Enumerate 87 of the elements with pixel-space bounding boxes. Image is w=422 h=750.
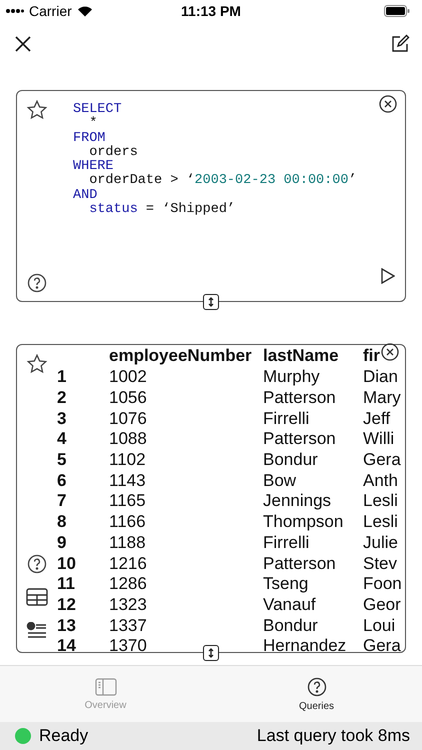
help-icon[interactable] xyxy=(306,676,326,696)
table-cell: 1002 xyxy=(109,367,147,386)
sidebar-icon xyxy=(94,678,116,696)
table-cell: 1216 xyxy=(109,554,147,573)
close-button[interactable] xyxy=(14,35,32,53)
row-number: 9 xyxy=(57,532,66,552)
row-number: 11 xyxy=(57,574,75,594)
row-number: 7 xyxy=(57,491,66,510)
resize-icon xyxy=(206,297,216,307)
help-icon[interactable] xyxy=(27,273,47,293)
column-header: fir xyxy=(363,346,380,365)
table-cell: Vanauf xyxy=(263,594,316,614)
row-number: 13 xyxy=(57,616,76,635)
star-icon[interactable] xyxy=(26,353,48,375)
table-cell: Loui xyxy=(363,616,396,635)
table-cell: Hernandez xyxy=(263,636,346,656)
table-cell: Bow xyxy=(263,470,296,490)
table-icon[interactable] xyxy=(26,588,48,606)
row-number: 8 xyxy=(57,512,66,532)
star-icon[interactable] xyxy=(26,99,48,121)
sql-editor[interactable]: SELECT * FROM orders WHERE orderDate > ‘2003-02-23 00:00:00’ AND status = ‘Shipped’ xyxy=(73,103,357,301)
row-number: 1 xyxy=(57,367,66,386)
table-cell: 1166 xyxy=(109,512,146,532)
row-number: 10 xyxy=(57,554,76,573)
resize-handle[interactable] xyxy=(203,645,219,661)
close-icon xyxy=(14,35,32,53)
status-text: Ready xyxy=(39,726,90,746)
row-number: 5 xyxy=(57,450,66,470)
table-cell: Anth xyxy=(363,470,398,490)
table-cell: 1370 xyxy=(109,636,147,656)
checklist-icon[interactable] xyxy=(26,622,48,640)
table-cell: Julie xyxy=(363,532,398,552)
table-cell: Firrelli xyxy=(263,532,310,552)
table-cell: Thompson xyxy=(263,512,344,532)
table-cell: 1188 xyxy=(109,532,146,552)
row-number: 2 xyxy=(57,388,66,408)
table-cell: Gera xyxy=(363,450,401,470)
table-cell: Lesli xyxy=(363,512,398,532)
table-cell: 1337 xyxy=(109,616,147,635)
wifi-icon xyxy=(76,5,93,17)
table-cell: Jennings xyxy=(263,491,332,510)
table-cell: Willi xyxy=(363,429,394,448)
table-cell: 1102 xyxy=(109,450,146,470)
table-cell: Mary xyxy=(363,388,401,408)
row-number: 3 xyxy=(57,408,66,428)
table-cell: 1143 xyxy=(109,470,146,490)
table-cell: 1323 xyxy=(109,594,147,614)
table-cell: Stev xyxy=(363,554,398,573)
table-cell: Gera xyxy=(363,636,401,656)
compose-icon xyxy=(390,34,410,54)
table-cell: Patterson xyxy=(263,388,336,408)
table-cell: Patterson xyxy=(263,554,336,573)
battery-icon xyxy=(384,5,410,17)
table-cell: Bondur xyxy=(263,450,318,470)
resize-handle[interactable] xyxy=(203,294,219,310)
row-number: 6 xyxy=(57,470,66,490)
table-cell: Tseng xyxy=(263,574,308,594)
table-cell: 1076 xyxy=(109,408,147,428)
close-icon[interactable] xyxy=(381,343,399,361)
row-number: 4 xyxy=(57,429,66,448)
table-cell: Lesli xyxy=(363,491,398,510)
signal-icon xyxy=(6,6,24,16)
query-time-text: Last query took 8ms xyxy=(256,726,410,746)
resize-icon xyxy=(206,648,216,658)
table-cell: Jeff xyxy=(363,408,390,428)
table-cell: Bondur xyxy=(263,616,318,635)
table-cell: 1056 xyxy=(109,388,147,408)
table-cell: Geor xyxy=(363,594,401,614)
compose-button[interactable] xyxy=(390,34,410,54)
table-cell: Patterson xyxy=(263,429,336,448)
table-cell: Foon xyxy=(363,574,402,594)
column-header: employeeNumber xyxy=(109,346,252,365)
table-cell: 1286 xyxy=(109,574,147,594)
column-header: lastName xyxy=(263,346,339,365)
tab[interactable]: Queries xyxy=(211,666,422,722)
row-number: 14 xyxy=(57,636,76,656)
close-icon[interactable] xyxy=(379,95,397,113)
play-icon[interactable] xyxy=(381,268,395,284)
help-icon[interactable] xyxy=(27,554,47,574)
table-cell: 1088 xyxy=(109,429,147,448)
clock-time: 11:13 PM xyxy=(180,3,242,19)
carrier-name: Carrier xyxy=(29,3,72,19)
table-cell: Murphy xyxy=(263,367,320,386)
table-cell: Dian xyxy=(363,367,398,386)
table-cell: 1165 xyxy=(109,491,146,510)
table-cell: Firrelli xyxy=(263,408,310,428)
row-number: 12 xyxy=(57,594,76,614)
